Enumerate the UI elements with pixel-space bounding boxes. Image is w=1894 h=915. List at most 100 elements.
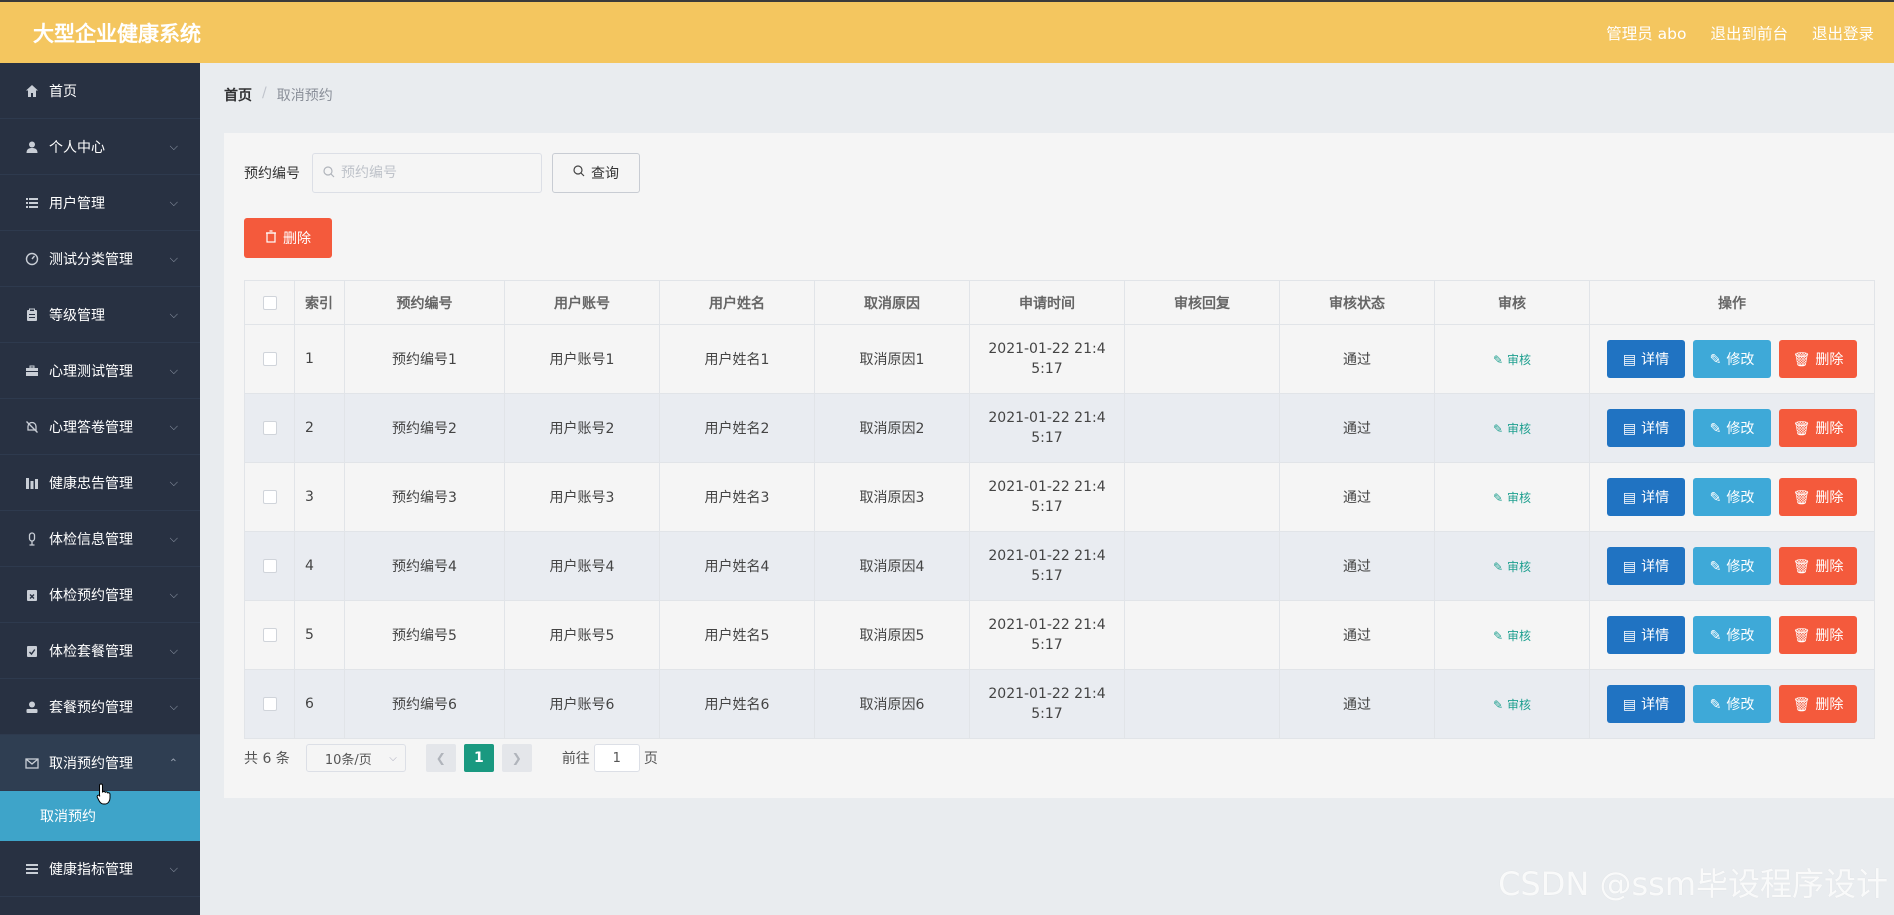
query-button[interactable]: 查询 xyxy=(552,153,640,193)
sidebar-item-health-advice[interactable]: 健康忠告管理 ⌵ xyxy=(0,455,200,511)
delete-button[interactable]: 🗑 删除 xyxy=(1779,409,1857,447)
trash-icon xyxy=(265,229,277,247)
delete-button[interactable]: 🗑 删除 xyxy=(1779,685,1857,723)
audit-link[interactable]: ✎ 审核 xyxy=(1493,629,1531,643)
delete-button[interactable]: 🗑 删除 xyxy=(1779,340,1857,378)
document-icon: ▤ xyxy=(1622,695,1637,712)
row-checkbox[interactable] xyxy=(262,352,277,366)
breadcrumb-home[interactable]: 首页 xyxy=(224,85,252,105)
goto-suffix: 页 xyxy=(643,751,658,767)
column-header: 审核状态 xyxy=(1279,280,1435,325)
detail-button[interactable]: ▤ 详情 xyxy=(1607,616,1685,654)
sidebar-item-exam-info[interactable]: 体检信息管理 ⌵ xyxy=(0,511,200,567)
audit-link[interactable]: ✎ 审核 xyxy=(1493,422,1531,436)
sidebar-item-health-indicator[interactable]: 健康指标管理 ⌵ xyxy=(0,841,200,897)
cell-booking-no: 预约编号4 xyxy=(344,531,505,601)
cancel-booking-table: 索引 预约编号 用户账号 用户姓名 取消原因 申请时间 审核回复 审核状态 审核… xyxy=(244,280,1875,739)
edit-icon: ✎ xyxy=(1493,421,1504,436)
row-select-cell[interactable] xyxy=(244,600,295,670)
audit-link[interactable]: ✎ 审核 xyxy=(1493,698,1531,712)
edit-button[interactable]: ✎ 修改 xyxy=(1693,616,1771,654)
batch-delete-button[interactable]: 删除 xyxy=(244,218,332,258)
search-form: 预约编号 查询 xyxy=(244,153,640,193)
select-all-cell[interactable] xyxy=(244,280,295,325)
cell-apply-time: 2021-01-22 21:45:17 xyxy=(969,669,1125,739)
chevron-up-icon: ⌃ xyxy=(168,756,178,769)
apply-time-text: 2021-01-22 21:45:17 xyxy=(988,341,1106,377)
row-checkbox[interactable] xyxy=(262,490,277,504)
menu-icon xyxy=(24,861,40,877)
row-select-cell[interactable] xyxy=(244,531,295,601)
row-checkbox[interactable] xyxy=(262,559,277,573)
table-header-row: 索引 预约编号 用户账号 用户姓名 取消原因 申请时间 审核回复 审核状态 审核… xyxy=(244,280,1875,325)
sidebar-item-package-booking[interactable]: 套餐预约管理 ⌵ xyxy=(0,679,200,735)
delete-button[interactable]: 🗑 删除 xyxy=(1779,616,1857,654)
table-row: 5 预约编号5 用户账号5 用户姓名5 取消原因5 2021-01-22 21:45:17… xyxy=(244,600,1875,670)
sidebar-item-user-management[interactable]: 用户管理 ⌵ xyxy=(0,175,200,231)
cell-reply xyxy=(1124,531,1280,601)
audit-link[interactable]: ✎ 审核 xyxy=(1493,560,1531,574)
delete-button[interactable]: 🗑 删除 xyxy=(1779,547,1857,585)
row-select-cell[interactable] xyxy=(244,324,295,394)
edit-button[interactable]: ✎ 修改 xyxy=(1693,478,1771,516)
detail-button[interactable]: ▤ 详情 xyxy=(1607,685,1685,723)
sidebar-item-psych-test[interactable]: 心理测试管理 ⌵ xyxy=(0,343,200,399)
clipboard-icon xyxy=(24,307,40,323)
edit-button[interactable]: ✎ 修改 xyxy=(1693,547,1771,585)
page-size-select[interactable]: 10条/页 ⌵ xyxy=(305,744,406,772)
detail-button[interactable]: ▤ 详情 xyxy=(1607,547,1685,585)
row-checkbox[interactable] xyxy=(262,421,277,435)
select-all-checkbox[interactable] xyxy=(262,295,277,310)
audit-link[interactable]: ✎ 审核 xyxy=(1493,353,1531,367)
sidebar-item-exam-package[interactable]: 体检套餐管理 ⌵ xyxy=(0,623,200,679)
trash-icon: 🗑 xyxy=(1792,557,1811,574)
sidebar-item-test-category[interactable]: 测试分类管理 ⌵ xyxy=(0,231,200,287)
row-checkbox[interactable] xyxy=(262,628,277,642)
chevron-left-icon: ❮ xyxy=(435,751,446,765)
edit-button[interactable]: ✎ 修改 xyxy=(1693,340,1771,378)
cell-reason: 取消原因1 xyxy=(814,324,970,394)
audit-link-label: 审核 xyxy=(1506,352,1531,367)
sidebar-item-label: 健康忠告管理 xyxy=(49,475,133,492)
column-header: 预约编号 xyxy=(344,280,505,325)
chevron-down-icon: ⌵ xyxy=(169,531,178,545)
column-header: 审核回复 xyxy=(1124,280,1280,325)
sidebar-item-personal-center[interactable]: 个人中心 ⌵ xyxy=(0,119,200,175)
app-title: 大型企业健康系统 xyxy=(33,21,201,46)
detail-button[interactable]: ▤ 详情 xyxy=(1607,478,1685,516)
row-select-cell[interactable] xyxy=(244,462,295,532)
row-select-cell[interactable] xyxy=(244,393,295,463)
edit-icon: ✎ xyxy=(1493,352,1504,367)
edit-button[interactable]: ✎ 修改 xyxy=(1693,685,1771,723)
sidebar-item-label: 体检套餐管理 xyxy=(49,643,133,660)
detail-button-label: 详情 xyxy=(1641,420,1670,436)
sidebar-item-psych-answer[interactable]: 心理答卷管理 ⌵ xyxy=(0,399,200,455)
detail-button[interactable]: ▤ 详情 xyxy=(1607,409,1685,447)
person-icon xyxy=(24,699,40,715)
exit-to-front-link[interactable]: 退出到前台 xyxy=(1710,22,1788,44)
delete-button-label: 删除 xyxy=(1815,627,1844,643)
detail-button[interactable]: ▤ 详情 xyxy=(1607,340,1685,378)
search-field[interactable] xyxy=(312,153,542,193)
admin-user-link[interactable]: 管理员 abo xyxy=(1606,22,1686,44)
main-content: 首页 / 取消预约 预约编号 查询 删除 xyxy=(200,63,1894,915)
sidebar-item-level[interactable]: 等级管理 ⌵ xyxy=(0,287,200,343)
prev-page-button[interactable]: ❮ xyxy=(425,744,456,772)
row-checkbox[interactable] xyxy=(262,697,277,711)
page-number-current[interactable]: 1 xyxy=(463,744,494,772)
edit-button[interactable]: ✎ 修改 xyxy=(1693,409,1771,447)
sidebar-item-home[interactable]: 首页 xyxy=(0,63,200,119)
sidebar-item-exam-booking[interactable]: 体检预约管理 ⌵ xyxy=(0,567,200,623)
row-select-cell[interactable] xyxy=(244,669,295,739)
chevron-down-icon: ⌵ xyxy=(169,587,178,601)
column-header: 申请时间 xyxy=(969,280,1125,325)
search-input[interactable] xyxy=(341,165,521,181)
goto-page-input[interactable] xyxy=(593,744,640,772)
next-page-button[interactable]: ❯ xyxy=(501,744,532,772)
audit-link[interactable]: ✎ 审核 xyxy=(1493,491,1531,505)
logout-link[interactable]: 退出登录 xyxy=(1812,22,1874,44)
column-header: 操作 xyxy=(1589,280,1875,325)
sidebar-item-label: 套餐预约管理 xyxy=(49,699,133,716)
mic-icon xyxy=(24,531,40,547)
delete-button[interactable]: 🗑 删除 xyxy=(1779,478,1857,516)
